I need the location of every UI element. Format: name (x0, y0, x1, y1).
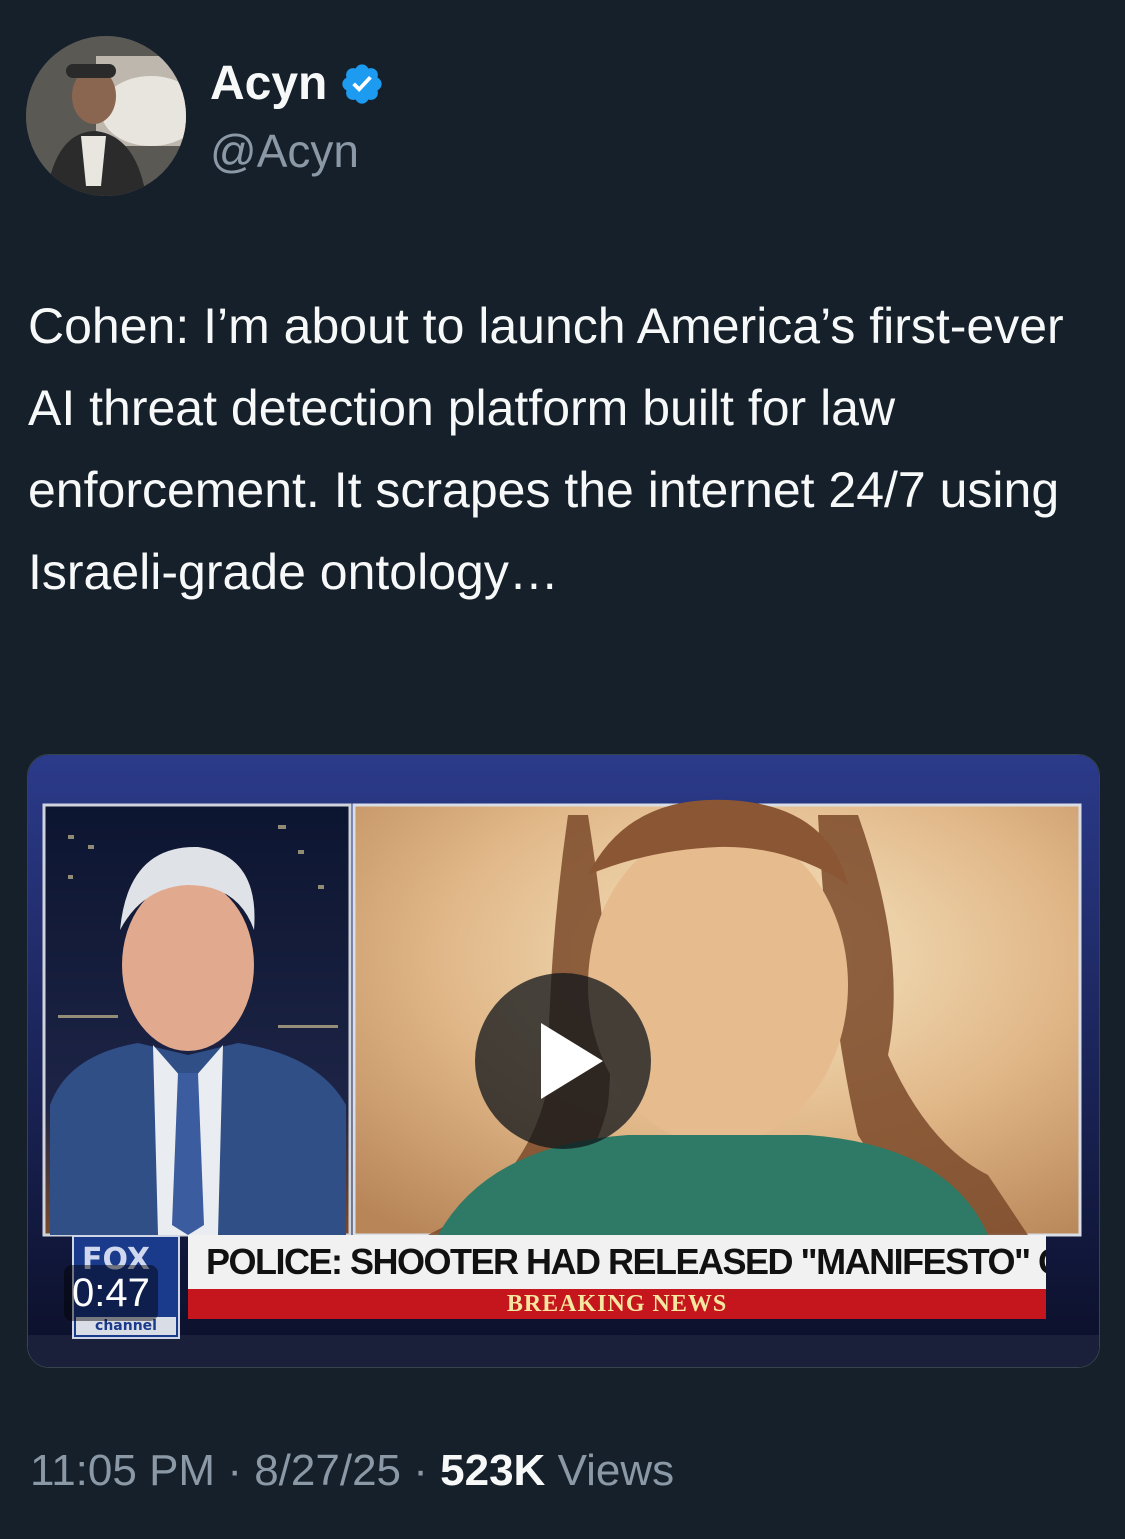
chyron-banner: BREAKING NEWS (188, 1289, 1046, 1319)
tweet-text: Cohen: I’m about to launch America’s fir… (28, 298, 1064, 600)
author-handle[interactable]: @Acyn (210, 124, 359, 178)
views-count[interactable]: 523K (440, 1446, 545, 1495)
chyron-headline: POLICE: SHOOTER HAD RELEASED "MANIFESTO"… (188, 1235, 1046, 1289)
verified-badge-icon (342, 63, 383, 104)
views-label: Views (557, 1446, 675, 1495)
tweet-time[interactable]: 11:05 PM (30, 1446, 215, 1495)
play-icon (541, 1023, 603, 1099)
tweet-date[interactable]: 8/27/25 (254, 1446, 401, 1495)
meta-separator: · (413, 1446, 428, 1495)
play-button[interactable] (475, 973, 651, 1149)
video-duration: 0:47 (64, 1265, 158, 1321)
avatar-image (26, 36, 186, 196)
video-player[interactable]: FOX channel POLICE: SHOOTER HAD RELEASED… (27, 754, 1100, 1368)
author-name-row[interactable]: Acyn (210, 56, 385, 111)
news-chyron: POLICE: SHOOTER HAD RELEASED "MANIFESTO"… (188, 1235, 1046, 1323)
meta-separator: · (227, 1446, 242, 1495)
tweet-meta: 11:05 PM · 8/27/25 · 523K Views (30, 1446, 674, 1496)
avatar[interactable] (26, 36, 186, 196)
author-name[interactable]: Acyn (210, 56, 327, 111)
